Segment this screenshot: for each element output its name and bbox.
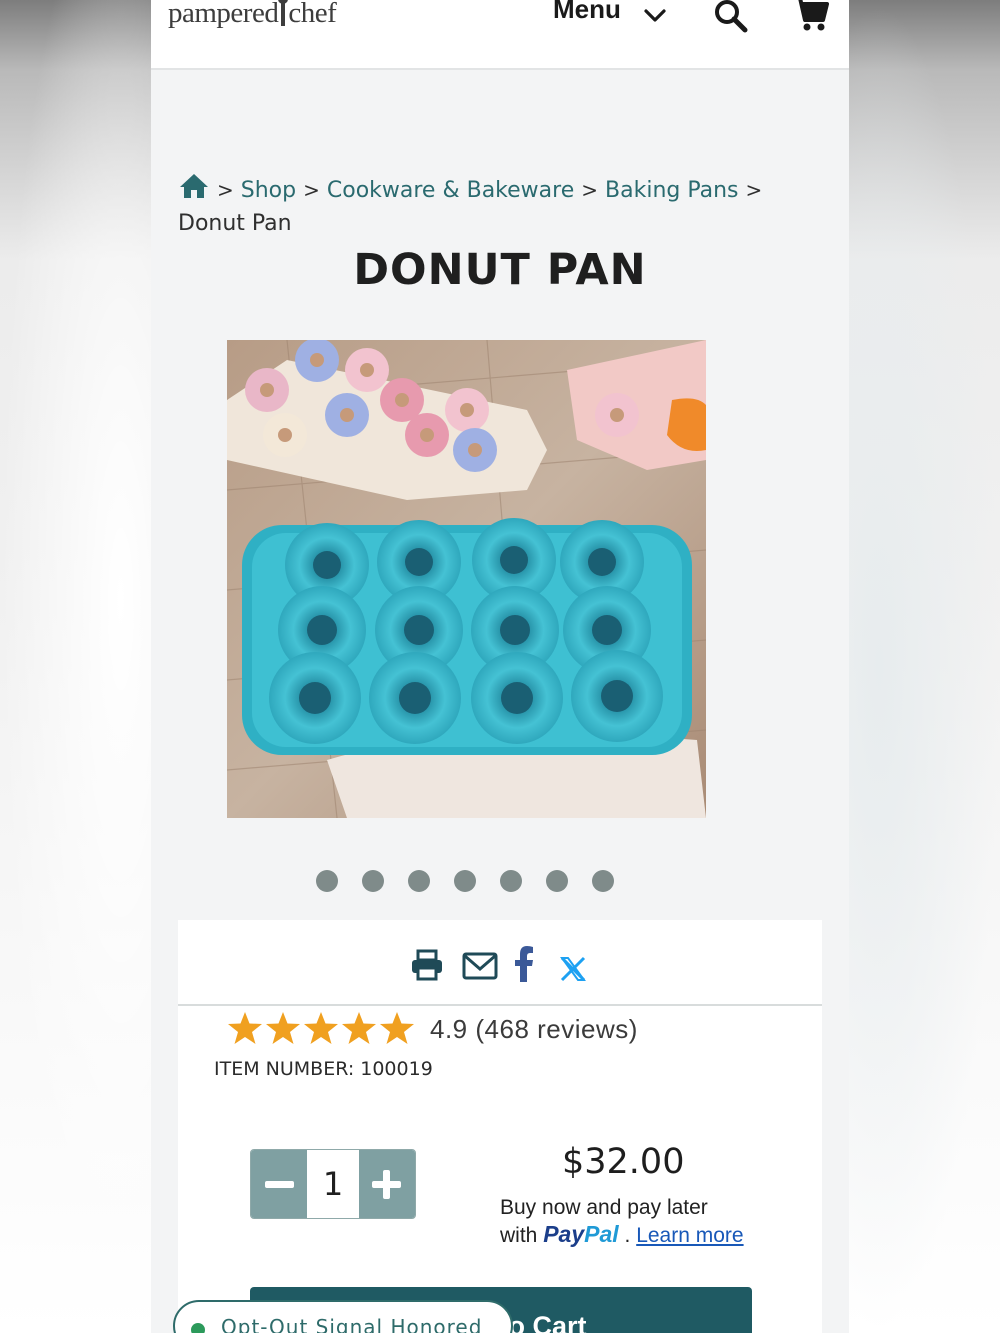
paypal-logo-pay: Pay: [543, 1221, 585, 1247]
star-icon: [304, 1012, 338, 1044]
carousel-dot[interactable]: [546, 870, 568, 892]
product-price: $32.00: [562, 1142, 685, 1182]
carousel-dot[interactable]: [408, 870, 430, 892]
breadcrumb-baking-pans[interactable]: Baking Pans: [605, 178, 739, 203]
breadcrumb-separator: >: [745, 178, 763, 202]
learn-more-link[interactable]: Learn more: [636, 1224, 743, 1247]
breadcrumb-current: Donut Pan: [178, 211, 292, 236]
carousel-dot[interactable]: [316, 870, 338, 892]
logo-spoon-icon: [278, 0, 289, 26]
decrease-quantity-button[interactable]: [251, 1150, 307, 1218]
background-left: [0, 0, 151, 1333]
breadcrumb-separator: >: [303, 178, 320, 202]
star-icon: [380, 1012, 414, 1044]
carousel-dot[interactable]: [362, 870, 384, 892]
quantity-stepper: [250, 1149, 416, 1219]
print-icon[interactable]: [410, 948, 444, 982]
page-title: DONUT PAN: [353, 245, 647, 295]
star-icon: [228, 1012, 262, 1044]
email-icon[interactable]: [462, 950, 498, 982]
pay-later-text: Buy now and pay later: [500, 1196, 708, 1219]
logo-text-left: pampered: [168, 0, 279, 29]
brand-logo[interactable]: pampered chef: [168, 0, 337, 30]
opt-out-badge[interactable]: Opt-Out Signal Honored: [173, 1300, 513, 1333]
share-row: [178, 920, 822, 1006]
purchase-card: 4.9 (468 reviews) ITEM NUMBER: 100019 $3…: [178, 920, 822, 1333]
breadcrumb-separator: >: [581, 178, 599, 202]
carousel-dot[interactable]: [592, 870, 614, 892]
chevron-down-icon[interactable]: [643, 4, 667, 28]
star-rating-icon: [228, 1012, 414, 1044]
paypal-logo: PayPal: [543, 1221, 618, 1247]
pay-later-dot: .: [624, 1224, 631, 1247]
background-right: [849, 0, 1000, 1333]
facebook-icon[interactable]: [514, 946, 534, 982]
breadcrumb-shop[interactable]: Shop: [241, 178, 296, 203]
opt-out-label: Opt-Out Signal Honored: [221, 1315, 483, 1333]
quantity-input[interactable]: [307, 1150, 359, 1218]
status-dot-icon: [191, 1323, 205, 1333]
breadcrumb-cookware-bakeware[interactable]: Cookware & Bakeware: [327, 178, 574, 203]
search-icon[interactable]: [713, 0, 749, 34]
star-icon: [266, 1012, 300, 1044]
rating-text[interactable]: 4.9 (468 reviews): [430, 1014, 638, 1045]
breadcrumb: > Shop > Cookware & Bakeware > Baking Pa…: [178, 172, 818, 240]
paypal-logo-pal: Pal: [584, 1221, 619, 1247]
breadcrumb-separator: >: [217, 178, 234, 202]
logo-text-right: chef: [288, 0, 337, 29]
site-header: pampered chef Menu: [151, 0, 849, 70]
item-number: ITEM NUMBER: 100019: [214, 1058, 433, 1080]
product-page: pampered chef Menu > Shop > Cookware & Ba…: [151, 0, 849, 1333]
paypal-pay-later: Buy now and pay later with PayPal . Lear…: [500, 1195, 744, 1249]
pay-later-with: with: [500, 1224, 538, 1247]
x-icon[interactable]: [560, 956, 586, 982]
increase-quantity-button[interactable]: [359, 1150, 415, 1218]
product-image[interactable]: [227, 340, 706, 818]
star-icon: [342, 1012, 376, 1044]
cart-icon[interactable]: [791, 0, 829, 34]
home-icon[interactable]: [178, 172, 210, 200]
donut-pan-photo: [227, 340, 706, 818]
menu-button[interactable]: Menu: [553, 0, 621, 25]
carousel-dot[interactable]: [500, 870, 522, 892]
carousel-dot[interactable]: [454, 870, 476, 892]
